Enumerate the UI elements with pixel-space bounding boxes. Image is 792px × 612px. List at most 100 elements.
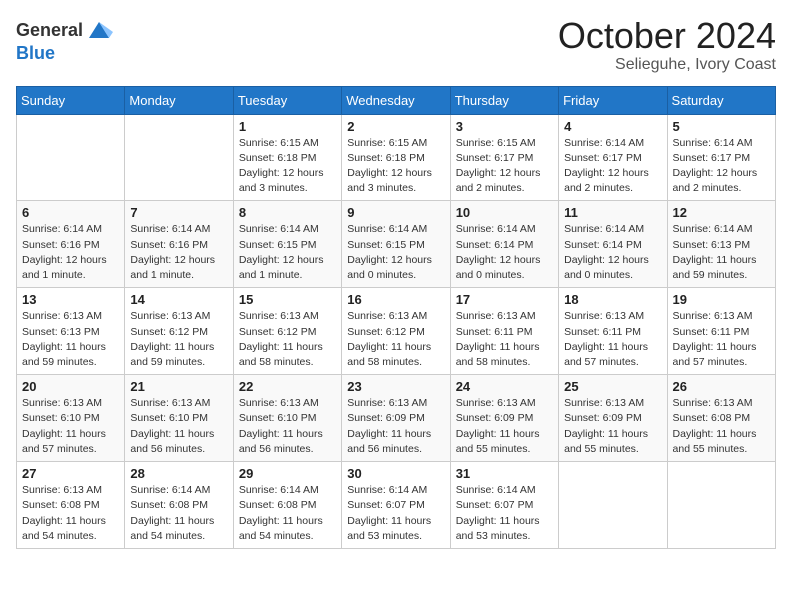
day-number: 6 <box>22 205 119 220</box>
day-number: 18 <box>564 292 661 307</box>
day-of-week-header: Saturday <box>667 86 775 114</box>
day-number: 5 <box>673 119 770 134</box>
day-info: Sunrise: 6:14 AMSunset: 6:14 PMDaylight:… <box>456 222 553 283</box>
calendar-cell: 10 Sunrise: 6:14 AMSunset: 6:14 PMDayligh… <box>450 201 558 288</box>
day-info: Sunrise: 6:13 AMSunset: 6:13 PMDaylight:… <box>22 309 119 370</box>
calendar-body: 1 Sunrise: 6:15 AMSunset: 6:18 PMDaylight… <box>17 114 776 548</box>
day-number: 2 <box>347 119 444 134</box>
day-number: 9 <box>347 205 444 220</box>
day-number: 30 <box>347 466 444 481</box>
day-of-week-header: Monday <box>125 86 233 114</box>
calendar-cell <box>559 462 667 549</box>
calendar-table: SundayMondayTuesdayWednesdayThursdayFrid… <box>16 86 776 549</box>
calendar-cell <box>125 114 233 201</box>
calendar-cell: 1 Sunrise: 6:15 AMSunset: 6:18 PMDaylight… <box>233 114 341 201</box>
calendar-cell: 27 Sunrise: 6:13 AMSunset: 6:08 PMDayligh… <box>17 462 125 549</box>
day-of-week-header: Sunday <box>17 86 125 114</box>
day-info: Sunrise: 6:13 AMSunset: 6:12 PMDaylight:… <box>239 309 336 370</box>
calendar-cell: 26Sunrise: 6:13 AMSunset: 6:08 PMDayligh… <box>667 375 775 462</box>
day-number: 23 <box>347 379 444 394</box>
day-info: Sunrise: 6:13 AMSunset: 6:10 PMDaylight:… <box>130 396 227 457</box>
day-info: Sunrise: 6:14 AMSunset: 6:16 PMDaylight:… <box>22 222 119 283</box>
calendar-cell: 14Sunrise: 6:13 AMSunset: 6:12 PMDayligh… <box>125 288 233 375</box>
calendar-cell: 15 Sunrise: 6:13 AMSunset: 6:12 PMDayligh… <box>233 288 341 375</box>
calendar-cell: 28Sunrise: 6:14 AMSunset: 6:08 PMDayligh… <box>125 462 233 549</box>
calendar-cell: 21 Sunrise: 6:13 AMSunset: 6:10 PMDayligh… <box>125 375 233 462</box>
calendar-cell: 3 Sunrise: 6:15 AMSunset: 6:17 PMDaylight… <box>450 114 558 201</box>
day-number: 29 <box>239 466 336 481</box>
day-number: 13 <box>22 292 119 307</box>
day-info: Sunrise: 6:13 AMSunset: 6:08 PMDaylight:… <box>22 483 119 544</box>
calendar-cell: 11Sunrise: 6:14 AMSunset: 6:14 PMDayligh… <box>559 201 667 288</box>
location-title: Selieguhe, Ivory Coast <box>558 56 776 74</box>
day-number: 28 <box>130 466 227 481</box>
calendar-cell: 4Sunrise: 6:14 AMSunset: 6:17 PMDaylight… <box>559 114 667 201</box>
calendar-cell: 24Sunrise: 6:13 AMSunset: 6:09 PMDayligh… <box>450 375 558 462</box>
logo-icon <box>85 16 113 44</box>
calendar-cell: 7Sunrise: 6:14 AMSunset: 6:16 PMDaylight… <box>125 201 233 288</box>
day-info: Sunrise: 6:15 AMSunset: 6:17 PMDaylight:… <box>456 136 553 197</box>
day-number: 12 <box>673 205 770 220</box>
day-number: 11 <box>564 205 661 220</box>
day-info: Sunrise: 6:13 AMSunset: 6:12 PMDaylight:… <box>130 309 227 370</box>
day-info: Sunrise: 6:13 AMSunset: 6:11 PMDaylight:… <box>456 309 553 370</box>
calendar-week-row: 20 Sunrise: 6:13 AMSunset: 6:10 PMDayligh… <box>17 375 776 462</box>
calendar-cell: 8 Sunrise: 6:14 AMSunset: 6:15 PMDaylight… <box>233 201 341 288</box>
logo: General Blue <box>16 16 113 62</box>
calendar-cell: 5 Sunrise: 6:14 AMSunset: 6:17 PMDaylight… <box>667 114 775 201</box>
day-info: Sunrise: 6:14 AMSunset: 6:07 PMDaylight:… <box>347 483 444 544</box>
day-number: 1 <box>239 119 336 134</box>
day-info: Sunrise: 6:14 AMSunset: 6:07 PMDaylight:… <box>456 483 553 544</box>
calendar-cell: 25 Sunrise: 6:13 AMSunset: 6:09 PMDayligh… <box>559 375 667 462</box>
day-number: 15 <box>239 292 336 307</box>
calendar-cell: 9 Sunrise: 6:14 AMSunset: 6:15 PMDaylight… <box>342 201 450 288</box>
calendar-cell: 12Sunrise: 6:14 AMSunset: 6:13 PMDayligh… <box>667 201 775 288</box>
day-info: Sunrise: 6:13 AMSunset: 6:09 PMDaylight:… <box>347 396 444 457</box>
day-number: 20 <box>22 379 119 394</box>
day-info: Sunrise: 6:15 AMSunset: 6:18 PMDaylight:… <box>239 136 336 197</box>
calendar-cell: 2 Sunrise: 6:15 AMSunset: 6:18 PMDaylight… <box>342 114 450 201</box>
day-info: Sunrise: 6:13 AMSunset: 6:12 PMDaylight:… <box>347 309 444 370</box>
calendar-week-row: 13 Sunrise: 6:13 AMSunset: 6:13 PMDayligh… <box>17 288 776 375</box>
day-info: Sunrise: 6:14 AMSunset: 6:15 PMDaylight:… <box>239 222 336 283</box>
day-number: 19 <box>673 292 770 307</box>
calendar-week-row: 6 Sunrise: 6:14 AMSunset: 6:16 PMDaylight… <box>17 201 776 288</box>
calendar-cell: 30 Sunrise: 6:14 AMSunset: 6:07 PMDayligh… <box>342 462 450 549</box>
calendar-cell: 20Sunrise: 6:13 AMSunset: 6:10 PMDayligh… <box>17 375 125 462</box>
calendar-cell: 22Sunrise: 6:13 AMSunset: 6:10 PMDayligh… <box>233 375 341 462</box>
day-number: 3 <box>456 119 553 134</box>
calendar-cell: 31 Sunrise: 6:14 AMSunset: 6:07 PMDayligh… <box>450 462 558 549</box>
page-header: General Blue October 2024 Selieguhe, Ivo… <box>16 16 776 74</box>
calendar-week-row: 27 Sunrise: 6:13 AMSunset: 6:08 PMDayligh… <box>17 462 776 549</box>
day-number: 16 <box>347 292 444 307</box>
day-info: Sunrise: 6:15 AMSunset: 6:18 PMDaylight:… <box>347 136 444 197</box>
day-number: 25 <box>564 379 661 394</box>
day-number: 22 <box>239 379 336 394</box>
day-number: 27 <box>22 466 119 481</box>
logo-general: General <box>16 21 83 39</box>
day-number: 10 <box>456 205 553 220</box>
day-of-week-header: Wednesday <box>342 86 450 114</box>
calendar-cell: 17 Sunrise: 6:13 AMSunset: 6:11 PMDayligh… <box>450 288 558 375</box>
calendar-cell: 13 Sunrise: 6:13 AMSunset: 6:13 PMDayligh… <box>17 288 125 375</box>
day-info: Sunrise: 6:14 AMSunset: 6:16 PMDaylight:… <box>130 222 227 283</box>
calendar-cell <box>17 114 125 201</box>
day-number: 21 <box>130 379 227 394</box>
calendar-cell: 16 Sunrise: 6:13 AMSunset: 6:12 PMDayligh… <box>342 288 450 375</box>
day-number: 31 <box>456 466 553 481</box>
day-number: 4 <box>564 119 661 134</box>
day-info: Sunrise: 6:14 AMSunset: 6:17 PMDaylight:… <box>673 136 770 197</box>
calendar-cell: 6 Sunrise: 6:14 AMSunset: 6:16 PMDaylight… <box>17 201 125 288</box>
calendar-cell <box>667 462 775 549</box>
day-info: Sunrise: 6:13 AMSunset: 6:11 PMDaylight:… <box>564 309 661 370</box>
calendar-cell: 18 Sunrise: 6:13 AMSunset: 6:11 PMDayligh… <box>559 288 667 375</box>
day-number: 8 <box>239 205 336 220</box>
day-number: 26 <box>673 379 770 394</box>
day-of-week-header: Thursday <box>450 86 558 114</box>
calendar-header: SundayMondayTuesdayWednesdayThursdayFrid… <box>17 86 776 114</box>
day-number: 17 <box>456 292 553 307</box>
day-info: Sunrise: 6:13 AMSunset: 6:09 PMDaylight:… <box>564 396 661 457</box>
title-block: October 2024 Selieguhe, Ivory Coast <box>558 16 776 74</box>
day-info: Sunrise: 6:14 AMSunset: 6:15 PMDaylight:… <box>347 222 444 283</box>
days-of-week-row: SundayMondayTuesdayWednesdayThursdayFrid… <box>17 86 776 114</box>
